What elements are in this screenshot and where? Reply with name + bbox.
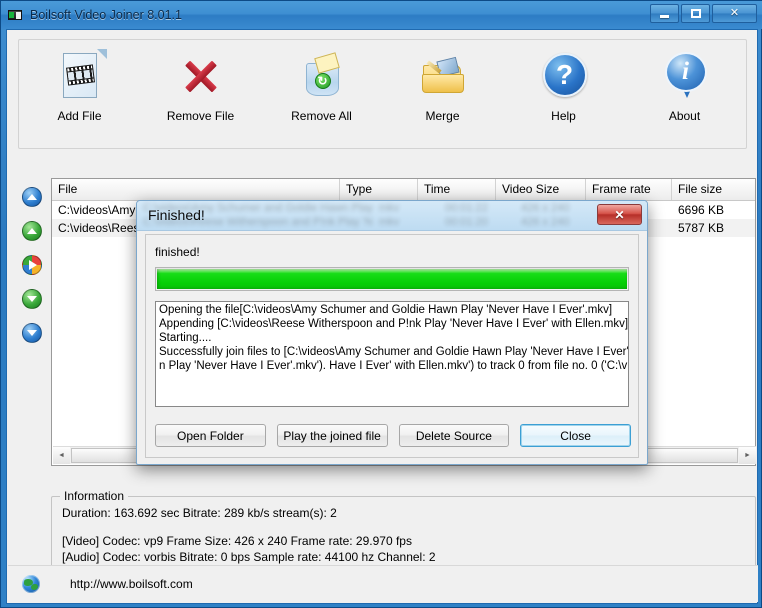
- remove-file-button[interactable]: Remove File: [140, 49, 261, 123]
- file-list-header: File Type Time Video Size Frame rate Fil…: [52, 179, 755, 201]
- log-line: n Play 'Never Have I Ever'.mkv'). Have I…: [159, 360, 628, 372]
- column-header-file-size[interactable]: File size: [672, 179, 755, 200]
- ghost-time: 00:01:20: [445, 216, 488, 228]
- add-file-icon: [53, 49, 107, 103]
- application-window: Boilsoft Video Joiner 8.01.1 ✕ Add File …: [0, 0, 762, 608]
- play-joined-file-button[interactable]: Play the joined file: [276, 424, 388, 447]
- help-button[interactable]: ? Help: [503, 49, 624, 123]
- log-line: Starting....: [159, 332, 212, 344]
- column-header-video-size[interactable]: Video Size: [496, 179, 586, 200]
- move-to-bottom-icon[interactable]: [22, 323, 42, 343]
- ghost-type: mkv: [379, 202, 400, 214]
- window-title: Boilsoft Video Joiner 8.01.1: [30, 8, 182, 22]
- merge-icon: [416, 49, 470, 103]
- help-label: Help: [551, 109, 576, 123]
- scroll-left-arrow-icon[interactable]: ◄: [53, 447, 70, 464]
- about-button[interactable]: i About: [624, 49, 745, 123]
- scroll-right-arrow-icon[interactable]: ►: [739, 447, 756, 464]
- ghost-video-size: 426 x 240: [521, 216, 570, 228]
- remove-all-label: Remove All: [291, 109, 352, 123]
- open-folder-button[interactable]: Open Folder: [155, 424, 266, 447]
- app-icon: [8, 7, 24, 23]
- remove-file-label: Remove File: [166, 109, 235, 123]
- order-sidebar: [17, 187, 47, 343]
- dialog-body: finished! Opening the file[C:\videos\Amy…: [145, 234, 639, 458]
- window-controls: ✕: [650, 4, 757, 23]
- dialog-titlebar-backdrop: C:\videos\Amy Schumer and Goldie Hawn Pl…: [137, 201, 647, 230]
- progress-bar: [155, 267, 629, 291]
- move-to-top-icon[interactable]: [22, 187, 42, 207]
- dialog-status-text: finished!: [155, 245, 200, 259]
- ghost-time: 00:01:22: [445, 202, 488, 214]
- info-summary-line: Duration: 163.692 sec Bitrate: 289 kb/s …: [62, 506, 337, 520]
- ghost-type: mkv: [379, 216, 400, 228]
- info-audio-line: [Audio] Codec: vorbis Bitrate: 0 bps Sam…: [62, 550, 436, 564]
- about-icon: i: [658, 49, 712, 103]
- column-header-type[interactable]: Type: [340, 179, 418, 200]
- log-line: Opening the file[C:\videos\Amy Schumer a…: [159, 304, 613, 316]
- add-file-button[interactable]: Add File: [19, 49, 140, 123]
- info-video-line: [Video] Codec: vp9 Frame Size: 426 x 240…: [62, 534, 412, 548]
- dialog-button-row: Open Folder Play the joined file Delete …: [155, 424, 631, 447]
- progress-bar-fill: [157, 269, 627, 289]
- cell-file-size: 6696 KB: [678, 203, 725, 217]
- toolbar: Add File Remove File ↻ Remove All Merge: [18, 39, 747, 149]
- move-up-icon[interactable]: [22, 221, 42, 241]
- help-icon: ?: [537, 49, 591, 103]
- close-button[interactable]: ✕: [712, 4, 757, 23]
- minimize-button[interactable]: [650, 4, 679, 23]
- dialog-close-button[interactable]: ✕: [597, 204, 642, 225]
- merge-label: Merge: [425, 109, 460, 123]
- preview-play-icon[interactable]: [22, 255, 42, 275]
- delete-source-button[interactable]: Delete Source: [398, 424, 510, 447]
- column-header-file[interactable]: File: [52, 179, 340, 200]
- dialog-title: Finished!: [148, 207, 205, 223]
- log-line: Successfully join files to [C:\videos\Am…: [159, 346, 628, 358]
- column-header-frame-rate[interactable]: Frame rate: [586, 179, 672, 200]
- log-line: Appending [C:\videos\Reese Witherspoon a…: [159, 318, 628, 330]
- log-output[interactable]: Opening the file[C:\videos\Amy Schumer a…: [155, 301, 629, 407]
- merge-button[interactable]: Merge: [382, 49, 503, 123]
- status-bar: http://www.boilsoft.com: [8, 565, 758, 602]
- website-link[interactable]: http://www.boilsoft.com: [70, 577, 193, 591]
- dialog-title-bar: C:\videos\Amy Schumer and Goldie Hawn Pl…: [137, 201, 647, 231]
- cell-file-size: 5787 KB: [678, 221, 725, 235]
- title-bar: Boilsoft Video Joiner 8.01.1 ✕: [1, 1, 762, 29]
- column-header-time[interactable]: Time: [418, 179, 496, 200]
- maximize-button[interactable]: [681, 4, 710, 23]
- add-file-label: Add File: [57, 109, 102, 123]
- remove-all-icon: ↻: [295, 49, 349, 103]
- remove-file-icon: [174, 49, 228, 103]
- about-label: About: [668, 109, 701, 123]
- close-dialog-button[interactable]: Close: [520, 424, 631, 447]
- move-down-icon[interactable]: [22, 289, 42, 309]
- remove-all-button[interactable]: ↻ Remove All: [261, 49, 382, 123]
- finished-dialog: C:\videos\Amy Schumer and Goldie Hawn Pl…: [136, 200, 648, 465]
- ghost-video-size: 426 x 240: [521, 202, 570, 214]
- window-client-area: Add File Remove File ↻ Remove All Merge: [6, 29, 758, 604]
- globe-icon: [22, 575, 40, 593]
- information-legend: Information: [60, 489, 129, 503]
